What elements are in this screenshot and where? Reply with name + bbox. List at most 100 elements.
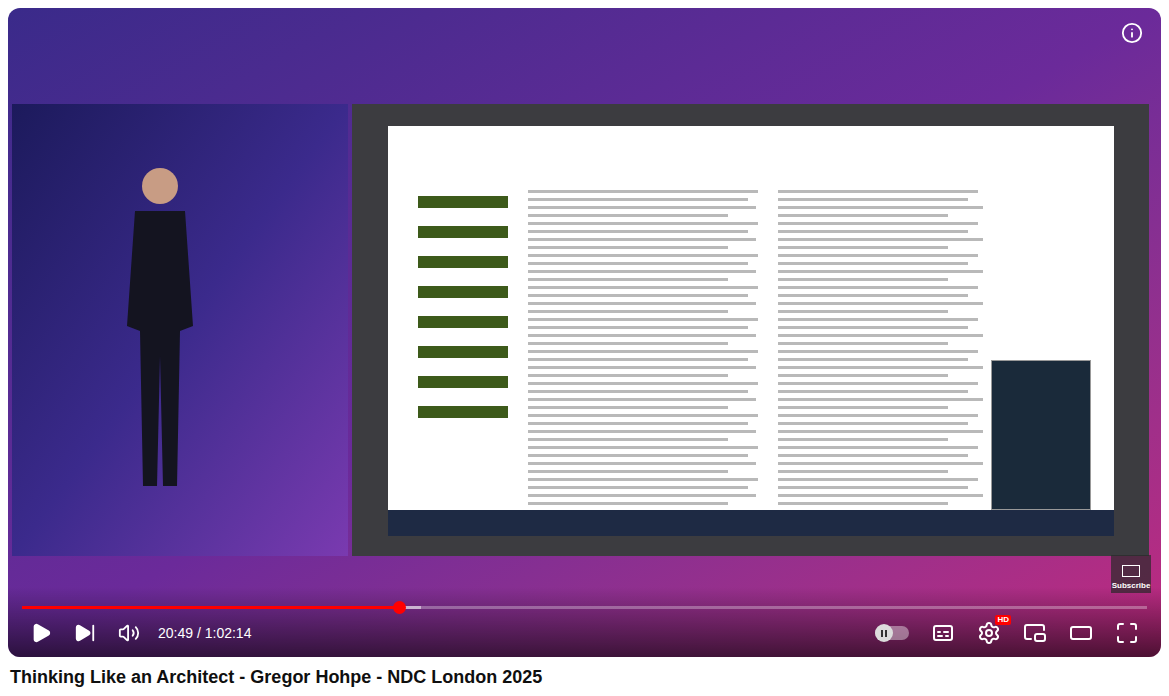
slide-line bbox=[528, 270, 756, 273]
slide-line bbox=[528, 494, 756, 497]
slide-line bbox=[778, 438, 948, 441]
play-icon[interactable] bbox=[30, 622, 52, 644]
miniplayer-icon[interactable] bbox=[1023, 621, 1047, 645]
slide-line bbox=[528, 230, 748, 233]
progress-played bbox=[22, 606, 399, 609]
slide-body bbox=[388, 126, 1114, 510]
slide-line bbox=[528, 318, 758, 321]
slide-line bbox=[528, 310, 728, 313]
slide-line bbox=[778, 414, 978, 417]
theater-mode-icon[interactable] bbox=[1069, 621, 1093, 645]
watermark-logo-icon bbox=[1122, 565, 1140, 577]
youtube-page: Subscribe20:49 / 1:02:14HDThinking Like … bbox=[0, 0, 1169, 696]
slide-line bbox=[528, 350, 758, 353]
slide-line bbox=[528, 438, 728, 441]
slide-line bbox=[778, 398, 983, 401]
book-cover bbox=[991, 360, 1091, 510]
slide-column bbox=[778, 146, 1091, 510]
slide-line bbox=[778, 190, 978, 193]
slide-line bbox=[528, 190, 758, 193]
autoplay-toggle[interactable] bbox=[875, 626, 909, 640]
slide-line bbox=[528, 214, 728, 217]
slide-line bbox=[778, 286, 978, 289]
slide-line bbox=[528, 502, 728, 505]
slide-line bbox=[528, 478, 758, 481]
slide-line bbox=[778, 222, 978, 225]
slide-column bbox=[528, 146, 758, 510]
left-controls: 20:49 / 1:02:14 bbox=[22, 622, 251, 644]
slide-line bbox=[778, 278, 948, 281]
video-frame bbox=[8, 8, 1161, 556]
slide-line bbox=[778, 470, 948, 473]
autoplay-knob bbox=[875, 624, 893, 642]
captions-icon[interactable] bbox=[931, 621, 955, 645]
progress-handle[interactable] bbox=[393, 601, 406, 614]
video-title: Thinking Like an Architect - Gregor Hohp… bbox=[10, 665, 1159, 689]
slide-panel bbox=[352, 104, 1149, 556]
slide-line bbox=[528, 486, 748, 489]
slide-line bbox=[528, 430, 756, 433]
slide-line bbox=[528, 366, 756, 369]
next-icon[interactable] bbox=[74, 622, 96, 644]
slide-line bbox=[528, 398, 756, 401]
slide-line bbox=[528, 358, 748, 361]
slide-line bbox=[778, 350, 978, 353]
slide-line bbox=[778, 454, 968, 457]
slide-line bbox=[778, 198, 968, 201]
right-controls: HD bbox=[875, 621, 1147, 645]
slide-line bbox=[778, 366, 983, 369]
video-title-bar: Thinking Like an Architect - Gregor Hohp… bbox=[0, 657, 1169, 689]
slide-bullet bbox=[418, 346, 508, 358]
slide-line bbox=[778, 502, 948, 505]
slide-line bbox=[778, 358, 968, 361]
slide-bullet bbox=[418, 286, 508, 298]
slide-line bbox=[528, 414, 758, 417]
slide-line bbox=[778, 318, 978, 321]
slide-line bbox=[778, 406, 948, 409]
slide-line bbox=[778, 238, 983, 241]
slide-line bbox=[778, 342, 948, 345]
slide bbox=[388, 126, 1114, 536]
info-button[interactable] bbox=[1121, 22, 1143, 44]
slide-line bbox=[778, 494, 983, 497]
slide-line bbox=[528, 334, 756, 337]
slide-line bbox=[778, 334, 983, 337]
info-icon[interactable] bbox=[1121, 22, 1143, 44]
progress-bar[interactable] bbox=[22, 606, 1147, 609]
settings-button[interactable]: HD bbox=[977, 621, 1001, 645]
slide-line bbox=[528, 454, 748, 457]
slide-line bbox=[528, 278, 728, 281]
slide-text-block bbox=[778, 190, 983, 510]
slide-line bbox=[778, 214, 948, 217]
slide-line bbox=[778, 230, 968, 233]
slide-bullet bbox=[418, 406, 508, 418]
slide-line bbox=[528, 286, 758, 289]
slide-line bbox=[778, 246, 948, 249]
slide-line bbox=[528, 238, 756, 241]
slide-line bbox=[528, 254, 758, 257]
slide-line bbox=[778, 478, 978, 481]
fullscreen-icon[interactable] bbox=[1115, 621, 1139, 645]
volume-icon[interactable] bbox=[118, 622, 140, 644]
video-player[interactable]: Subscribe20:49 / 1:02:14HD bbox=[8, 8, 1161, 657]
slide-line bbox=[778, 326, 968, 329]
slide-line bbox=[528, 302, 756, 305]
slide-line bbox=[778, 382, 978, 385]
slide-line bbox=[778, 422, 968, 425]
slide-line bbox=[778, 206, 983, 209]
pause-bar bbox=[885, 630, 887, 637]
slide-line bbox=[778, 430, 983, 433]
time-display: 20:49 / 1:02:14 bbox=[158, 623, 251, 644]
slide-line bbox=[528, 446, 758, 449]
slide-line bbox=[778, 262, 968, 265]
slide-line bbox=[528, 422, 748, 425]
slide-heading-area bbox=[418, 146, 508, 510]
slide-footer bbox=[388, 510, 1114, 536]
controls-row: 20:49 / 1:02:14 HD bbox=[22, 609, 1147, 657]
slide-line bbox=[778, 374, 948, 377]
slide-line bbox=[778, 462, 983, 465]
slide-line bbox=[528, 262, 748, 265]
slide-bullet bbox=[418, 196, 508, 208]
quality-badge: HD bbox=[995, 615, 1011, 625]
slide-line bbox=[778, 486, 968, 489]
